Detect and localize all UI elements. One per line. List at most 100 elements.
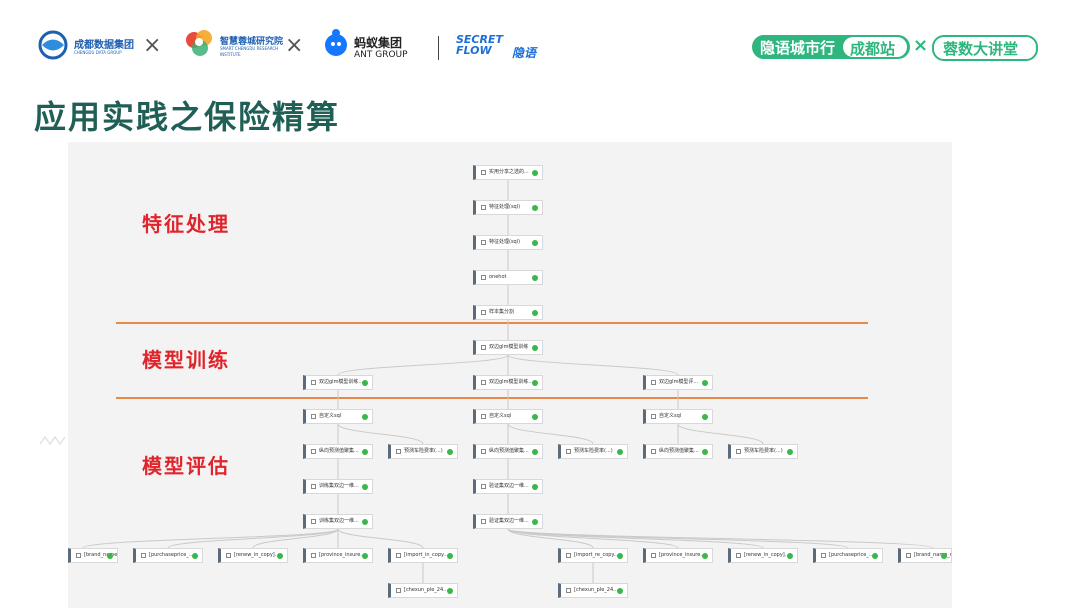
status-success-icon [362, 414, 368, 420]
flow-node[interactable]: 特征处理(sql) [473, 200, 543, 215]
status-success-icon [617, 449, 623, 455]
flow-edge [507, 528, 679, 549]
node-type-icon [311, 553, 316, 558]
status-success-icon [787, 553, 793, 559]
flow-node[interactable]: 自定义sql [303, 409, 373, 424]
flow-node[interactable]: 验证集双边一维... [473, 514, 543, 529]
node-type-icon [396, 449, 401, 454]
node-type-icon [481, 275, 486, 280]
node-type-icon [651, 553, 656, 558]
flow-node[interactable]: 双边glm模型训练... [473, 375, 543, 390]
node-type-icon [481, 449, 486, 454]
node-type-icon [481, 345, 486, 350]
node-label: 特征处理(sql) [489, 239, 521, 245]
status-success-icon [532, 484, 538, 490]
node-type-icon [736, 449, 741, 454]
node-type-icon [821, 553, 826, 558]
node-type-icon [311, 519, 316, 524]
node-type-icon [226, 553, 231, 558]
flow-edge [507, 354, 679, 376]
node-type-icon [396, 553, 401, 558]
flow-node[interactable]: 训练集双边一维... [303, 514, 373, 529]
node-label: 双边glm模型评... [659, 379, 699, 385]
node-type-icon [566, 588, 571, 593]
flow-edge [507, 528, 934, 549]
status-success-icon [532, 519, 538, 525]
flow-node[interactable]: 自定义sql [643, 409, 713, 424]
flow-node[interactable]: [purchaseprice_... [813, 548, 883, 563]
node-label: 双边glm模型训练... [319, 379, 364, 385]
flow-node[interactable]: [renew_in_copy]... [728, 548, 798, 563]
flow-edge [337, 423, 424, 445]
flow-node[interactable]: 样本集分割 [473, 305, 543, 320]
node-label: [renew_in_copy]... [744, 552, 790, 558]
status-success-icon [532, 414, 538, 420]
node-label: [import_in_copy... [404, 552, 449, 558]
flow-node[interactable]: 双边glm模型训练... [303, 375, 373, 390]
flow-node[interactable]: [purchaseprice_... [133, 548, 203, 563]
status-success-icon [362, 553, 368, 559]
status-success-icon [532, 170, 538, 176]
node-label: 预测车险费率(...) [404, 448, 443, 454]
flow-node[interactable]: 纵向预测值聚集... [643, 444, 713, 459]
flow-node[interactable]: 双边glm模型评... [643, 375, 713, 390]
flow-node[interactable]: [import_re_copy... [558, 548, 628, 563]
node-type-icon [311, 449, 316, 454]
flow-node[interactable]: 实用分享之选的... [473, 165, 543, 180]
flow-node[interactable]: 训练集双边一维... [303, 479, 373, 494]
status-success-icon [362, 519, 368, 525]
node-type-icon [481, 240, 486, 245]
flow-node[interactable]: [chexun_ple_24... [558, 583, 628, 598]
node-label: 纵向预测值聚集... [659, 448, 699, 454]
flow-node[interactable]: [province_insure... [643, 548, 713, 563]
flow-node[interactable]: 特征处理(sql) [473, 235, 543, 250]
node-label: 实用分享之选的... [489, 169, 529, 175]
flow-node[interactable]: 双边glm模型训练 [473, 340, 543, 355]
node-label: 预测车险费率(...) [574, 448, 613, 454]
flow-node[interactable]: [brand_name_m... [68, 548, 118, 563]
node-type-icon [566, 449, 571, 454]
status-success-icon [447, 449, 453, 455]
flow-node[interactable]: 纵向预测值聚集... [473, 444, 543, 459]
node-label: 纵向预测值聚集... [489, 448, 529, 454]
node-type-icon [481, 205, 486, 210]
node-label: 自定义sql [319, 413, 342, 419]
status-success-icon [617, 588, 623, 594]
node-type-icon [141, 553, 146, 558]
node-type-icon [76, 553, 81, 558]
node-type-icon [481, 519, 486, 524]
flow-node[interactable]: 验证集双边一维... [473, 479, 543, 494]
flow-edge [507, 423, 594, 445]
status-success-icon [702, 553, 708, 559]
node-type-icon [651, 414, 656, 419]
status-success-icon [872, 553, 878, 559]
node-type-icon [651, 449, 656, 454]
flow-node[interactable]: 纵向预测值聚集... [303, 444, 373, 459]
node-label: 双边glm模型训练... [489, 379, 534, 385]
status-success-icon [532, 380, 538, 386]
flow-node[interactable]: [chexun_ple_24... [388, 583, 458, 598]
flow-edge [337, 528, 424, 549]
flow-node[interactable]: 自定义sql [473, 409, 543, 424]
flow-node[interactable]: 预测车险费率(...) [388, 444, 458, 459]
flow-edge [252, 528, 339, 549]
flow-node[interactable]: [import_in_copy... [388, 548, 458, 563]
flow-node[interactable]: [province_insure... [303, 548, 373, 563]
flow-node[interactable]: [renew_in_copy]... [218, 548, 288, 563]
status-success-icon [362, 380, 368, 386]
flow-edge [167, 528, 339, 549]
node-label: 训练集双边一维... [319, 483, 359, 489]
node-type-icon [481, 414, 486, 419]
status-success-icon [107, 553, 113, 559]
flow-node[interactable]: 预测车险费率(...) [558, 444, 628, 459]
node-label: 训练集双边一维... [319, 518, 359, 524]
flow-node[interactable]: onehot [473, 270, 543, 285]
status-success-icon [447, 588, 453, 594]
node-label: 双边glm模型训练 [489, 344, 529, 350]
node-label: [province_insure... [319, 552, 366, 558]
flow-node[interactable]: [brand_name_re... [898, 548, 952, 563]
flow-edge [337, 354, 509, 376]
node-label: [import_re_copy... [574, 552, 619, 558]
flow-node[interactable]: 预测车险费率(...) [728, 444, 798, 459]
node-type-icon [651, 380, 656, 385]
